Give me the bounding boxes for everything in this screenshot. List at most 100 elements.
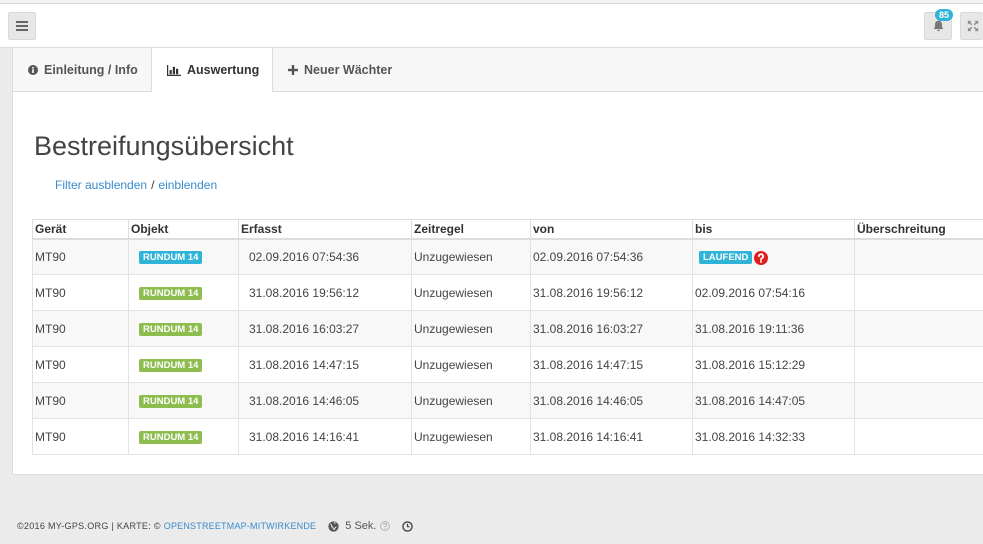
recorded-value: 02.09.2016 07:54:36 — [249, 249, 360, 264]
cell-to: 02.09.2016 07:54:16 — [692, 274, 855, 311]
cell-from: 31.08.2016 14:16:41 — [530, 418, 693, 455]
cell-to: 31.08.2016 14:47:05 — [692, 382, 855, 419]
filter-toggle: Filter ausblenden / einblenden — [55, 178, 217, 192]
cell-time-rule: Unzugewiesen — [411, 418, 531, 455]
cell-device: MT90 — [32, 346, 129, 383]
cell-time-rule: Unzugewiesen — [411, 346, 531, 383]
question-circle-icon[interactable] — [754, 250, 769, 265]
cell-object: RUNDUM 14 — [128, 346, 239, 383]
cell-device: MT90 — [32, 382, 129, 419]
cell-device: MT90 — [32, 418, 129, 455]
top-navbar: 85 — [0, 4, 983, 48]
cell-device: MT90 — [32, 310, 129, 347]
recorded-value: 31.08.2016 16:03:27 — [249, 321, 360, 336]
info-circle-icon — [28, 64, 38, 75]
cell-recorded: 31.08.2016 19:56:12 — [238, 274, 412, 311]
cell-overrun — [854, 346, 983, 383]
cell-to: 31.08.2016 19:11:36 — [692, 310, 855, 347]
recorded-value: 31.08.2016 14:47:15 — [249, 357, 360, 372]
tab-label: Neuer Wächter — [304, 62, 393, 77]
cell-device: MT90 — [32, 274, 129, 311]
fullscreen-button[interactable] — [960, 12, 983, 40]
cell-object: RUNDUM 14 — [128, 382, 239, 419]
column-header-time-rule: Zeitregel — [411, 219, 531, 240]
expand-icon — [967, 20, 979, 32]
cell-overrun — [854, 238, 983, 275]
cell-device: MT90 — [32, 238, 129, 275]
object-label: RUNDUM 14 — [139, 430, 203, 444]
cell-from: 02.09.2016 07:54:36 — [530, 238, 693, 275]
tab-auswertung[interactable]: Auswertung — [151, 48, 273, 92]
column-header-overrun: Überschreitung — [854, 219, 983, 240]
cell-recorded: 02.09.2016 07:54:36 — [238, 238, 412, 275]
notification-count-badge: 85 — [935, 9, 954, 21]
object-label: RUNDUM 14 — [139, 322, 203, 336]
cell-from: 31.08.2016 19:56:12 — [530, 274, 693, 311]
cell-to: 31.08.2016 14:32:33 — [692, 418, 855, 455]
cell-object: RUNDUM 14 — [128, 418, 239, 455]
tab-neuer-waechter[interactable]: Neuer Wächter — [273, 48, 392, 91]
cell-object: RUNDUM 14 — [128, 310, 239, 347]
bars-icon — [16, 21, 28, 31]
tab-label: Einleitung / Info — [44, 62, 138, 77]
column-header-recorded: Erfasst — [238, 219, 412, 240]
cell-from: 31.08.2016 14:46:05 — [530, 382, 693, 419]
page-title: Bestreifungsübersicht — [34, 131, 294, 161]
cell-time-rule: Unzugewiesen — [411, 310, 531, 347]
table-row: MT90 RUNDUM 14 31.08.2016 14:47:15 Unzug… — [32, 346, 983, 383]
clock-icon[interactable] — [402, 520, 414, 532]
cell-from: 31.08.2016 14:47:15 — [530, 346, 693, 383]
running-status: LAUFEND — [699, 250, 769, 265]
table-row: MT90 RUNDUM 14 02.09.2016 07:54:36 Unzug… — [32, 238, 983, 275]
plus-icon — [288, 64, 298, 75]
object-label: RUNDUM 14 — [139, 358, 203, 372]
status-badge: LAUFEND — [699, 251, 753, 264]
filter-show-link[interactable]: einblenden — [158, 178, 217, 192]
table-row: MT90 RUNDUM 14 31.08.2016 14:46:05 Unzug… — [32, 382, 983, 419]
bell-icon — [932, 19, 945, 33]
recorded-value: 31.08.2016 19:56:12 — [249, 285, 360, 300]
cell-overrun — [854, 418, 983, 455]
cell-recorded: 31.08.2016 14:47:15 — [238, 346, 412, 383]
cell-overrun — [854, 274, 983, 311]
bar-chart-icon — [167, 64, 181, 76]
globe-icon — [328, 520, 339, 532]
object-label: RUNDUM 14 — [139, 286, 203, 300]
cell-from: 31.08.2016 16:03:27 — [530, 310, 693, 347]
cell-overrun — [854, 382, 983, 419]
column-header-from: von — [530, 219, 693, 240]
table-row: MT90 RUNDUM 14 31.08.2016 19:56:12 Unzug… — [32, 274, 983, 311]
cell-object: RUNDUM 14 — [128, 274, 239, 311]
cell-recorded: 31.08.2016 14:46:05 — [238, 382, 412, 419]
cell-object: RUNDUM 14 — [128, 238, 239, 275]
object-label: RUNDUM 14 — [139, 250, 203, 264]
map-credit-link[interactable]: OPENSTREETMAP-MITWIRKENDE — [164, 521, 317, 531]
footer: ©2016 MY-GPS.ORG | KARTE: © OPENSTREETMA… — [17, 519, 414, 533]
cell-time-rule: Unzugewiesen — [411, 274, 531, 311]
table-row: MT90 RUNDUM 14 31.08.2016 16:03:27 Unzug… — [32, 310, 983, 347]
refresh-interval: 5 Sek. — [345, 520, 377, 532]
filter-separator: / — [151, 178, 155, 192]
filter-hide-link[interactable]: Filter ausblenden — [55, 178, 147, 192]
cell-time-rule: Unzugewiesen — [411, 382, 531, 419]
object-label: RUNDUM 14 — [139, 394, 203, 408]
table-row: MT90 RUNDUM 14 31.08.2016 14:16:41 Unzug… — [32, 418, 983, 455]
recorded-value: 31.08.2016 14:46:05 — [249, 393, 360, 408]
patrol-table: Gerät Objekt Erfasst Zeitregel von bis Ü… — [32, 219, 983, 455]
tab-einleitung-info[interactable]: Einleitung / Info — [13, 48, 151, 91]
content-panel: Einleitung / Info Auswertung Neuer Wächt… — [12, 48, 983, 475]
cell-time-rule: Unzugewiesen — [411, 238, 531, 275]
tab-label: Auswertung — [187, 63, 260, 77]
column-header-object: Objekt — [128, 219, 239, 240]
cell-recorded: 31.08.2016 14:16:41 — [238, 418, 412, 455]
cell-overrun — [854, 310, 983, 347]
tab-bar: Einleitung / Info Auswertung Neuer Wächt… — [13, 48, 983, 92]
recorded-value: 31.08.2016 14:16:41 — [249, 429, 360, 444]
question-circle-icon[interactable] — [380, 521, 391, 531]
cell-to: LAUFEND — [692, 238, 855, 275]
column-header-to: bis — [692, 219, 855, 240]
cell-recorded: 31.08.2016 16:03:27 — [238, 310, 412, 347]
column-header-device: Gerät — [32, 219, 129, 240]
menu-toggle-button[interactable] — [8, 12, 36, 40]
copyright-text: ©2016 MY-GPS.ORG | KARTE: © — [17, 521, 161, 531]
